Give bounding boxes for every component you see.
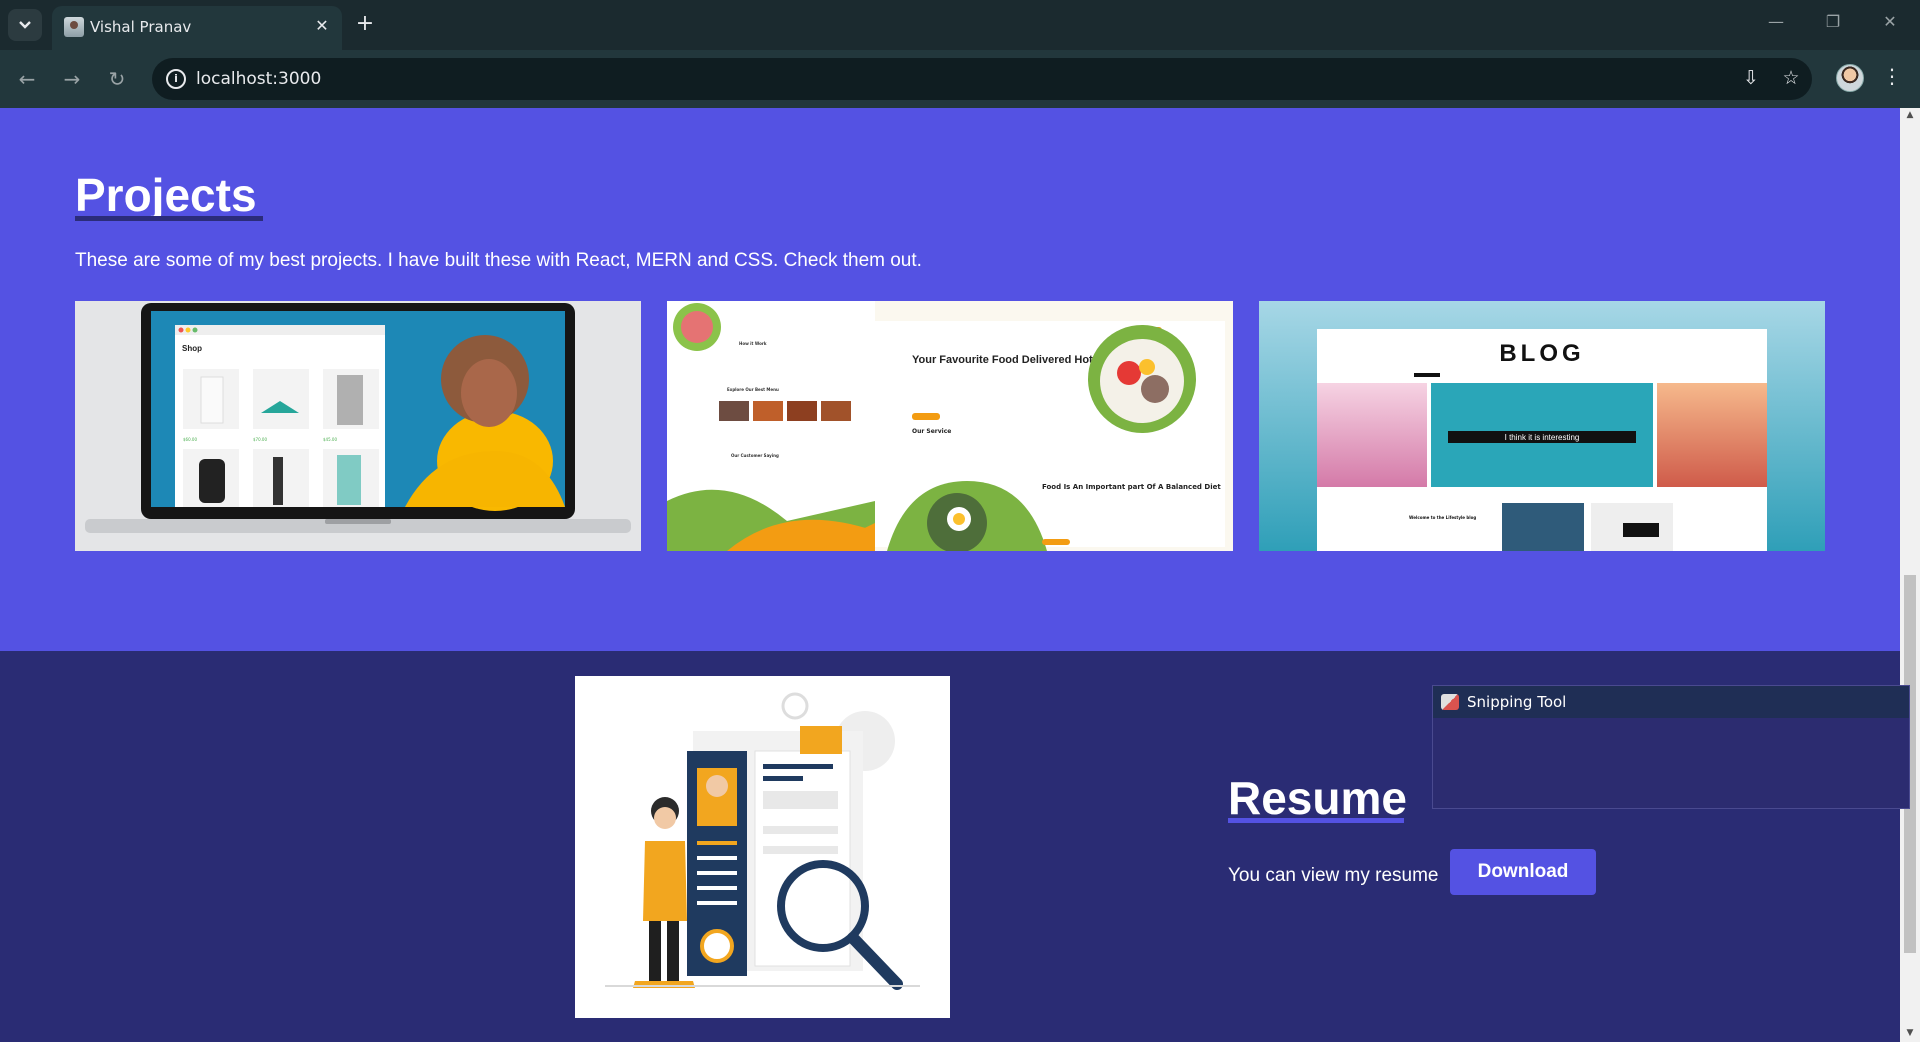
explore-menu-label: Explore Our Best Menu (727, 387, 779, 392)
shop-project-screenshot: Shop $60.00 $70.00 $45.00 (75, 301, 641, 551)
scroll-up-icon[interactable]: ▲ (1904, 110, 1916, 120)
close-window-button[interactable]: ✕ (1875, 12, 1905, 31)
favicon-icon (64, 17, 84, 37)
install-app-icon[interactable]: ⇩ (1738, 67, 1764, 89)
address-bar[interactable]: i localhost:3000 ⇩ ☆ (152, 58, 1812, 100)
blog-welcome: Welcome to the Lifestyle blog (1409, 515, 1476, 520)
browser-tab[interactable]: Vishal Pranav ✕ (52, 6, 342, 50)
forward-icon[interactable]: → (57, 64, 87, 94)
snipping-tool-title: Snipping Tool (1467, 693, 1567, 711)
bookmark-star-icon[interactable]: ☆ (1778, 67, 1804, 89)
new-tab-button[interactable]: + (352, 12, 378, 36)
back-icon[interactable]: ← (12, 64, 42, 94)
profile-avatar-icon[interactable] (1836, 64, 1864, 92)
tab-title: Vishal Pranav (90, 18, 192, 36)
snipping-tool-titlebar[interactable]: Snipping Tool (1433, 686, 1909, 718)
project-card-shop[interactable]: Shop $60.00 $70.00 $45.00 (75, 301, 641, 551)
tab-search-button[interactable] (8, 9, 42, 41)
scrollbar[interactable]: ▲ ▼ (1900, 108, 1920, 1042)
product-price-1: $60.00 (183, 437, 197, 442)
browser-toolbar: ← → ↻ i localhost:3000 ⇩ ☆ ⋮ (0, 50, 1920, 108)
info-icon[interactable]: i (166, 69, 186, 89)
menu-kebab-icon[interactable]: ⋮ (1882, 64, 1902, 88)
how-it-work-label: How it Work (739, 341, 767, 346)
food-subhead: Food Is An Important part Of A Balanced … (1042, 483, 1221, 491)
projects-title-underline (75, 216, 263, 221)
chevron-down-icon (19, 21, 31, 29)
scroll-down-icon[interactable]: ▼ (1904, 1028, 1916, 1038)
product-price-3: $45.00 (323, 437, 337, 442)
tab-strip: Vishal Pranav ✕ + — ❐ ✕ (0, 0, 1920, 50)
snipping-tool-icon (1441, 694, 1459, 710)
food-project-screenshot: How it Work Explore Our Best Menu Our Cu… (667, 301, 1233, 551)
resume-title: Resume (1228, 772, 1407, 824)
resume-title-underline (1228, 818, 1404, 823)
blog-logo: BLOG (1499, 340, 1584, 367)
projects-description: These are some of my best projects. I ha… (75, 250, 922, 271)
reload-icon[interactable]: ↻ (102, 64, 132, 94)
resume-illustration (575, 676, 950, 1018)
blog-project-screenshot: BLOG I think it is interesting Welcome t… (1259, 301, 1825, 551)
snipping-tool-window[interactable]: Snipping Tool (1432, 685, 1910, 809)
product-price-2: $70.00 (253, 437, 267, 442)
resume-search-illustration (605, 692, 920, 990)
tab-close-icon[interactable]: ✕ (312, 16, 332, 35)
our-service-label: Our Service (912, 428, 951, 435)
project-card-blog[interactable]: BLOG I think it is interesting Welcome t… (1259, 301, 1825, 551)
blog-caption: I think it is interesting (1505, 433, 1580, 442)
shop-label: Shop (182, 344, 202, 353)
download-resume-button[interactable]: Download (1450, 849, 1596, 895)
resume-text: You can view my resume (1228, 865, 1439, 886)
projects-section: Projects These are some of my best proje… (0, 108, 1900, 651)
project-card-food[interactable]: How it Work Explore Our Best Menu Our Cu… (667, 301, 1233, 551)
minimize-button[interactable]: — (1761, 12, 1791, 31)
page-viewport: Projects These are some of my best proje… (0, 108, 1920, 1042)
projects-title: Projects (75, 169, 257, 221)
url-text[interactable]: localhost:3000 (196, 69, 321, 89)
customer-saying-label: Our Customer Saying (731, 453, 779, 458)
browser-window: Vishal Pranav ✕ + — ❐ ✕ ← → ↻ i localhos… (0, 0, 1920, 1042)
restore-button[interactable]: ❐ (1818, 12, 1848, 31)
